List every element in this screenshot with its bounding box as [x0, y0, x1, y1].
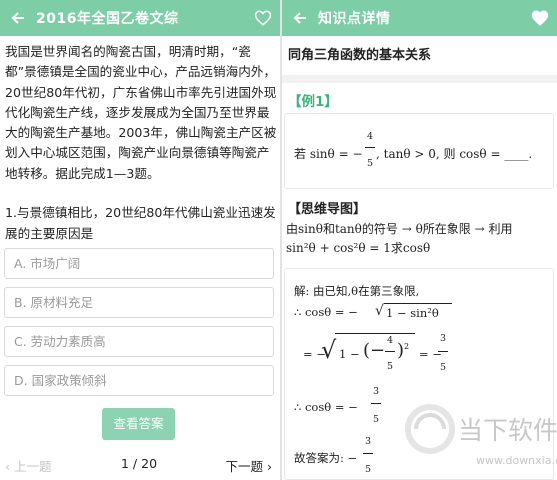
watermark-chinese: 当下软件园	[458, 416, 557, 445]
solution-line-2-radicand: 1 − sin²θ	[386, 306, 439, 320]
view-answer-button[interactable]: 查看答案	[102, 408, 175, 440]
solution-line-1: 解: 由已知,θ在第三象限,	[294, 284, 420, 298]
back-arrow-icon[interactable]	[282, 0, 318, 36]
next-label: 下一题	[225, 459, 264, 474]
favorite-heart-icon[interactable]	[531, 9, 549, 27]
example-fraction-numerator: 4	[366, 131, 374, 142]
right-screen: 知识点详情 同角三角函数的基本关系 【例1】 若 sinθ = − 4 5 , …	[282, 0, 557, 480]
question-stem: 1.与景德镇相比，20世纪80年代佛山瓷业迅速发展的主要原因是	[5, 205, 276, 241]
knowledge-point-heading: 同角三角函数的基本关系	[288, 48, 432, 63]
solution-line-4-denominator: 5	[372, 414, 380, 425]
sqrt-icon: √	[375, 303, 384, 319]
favorite-heart-icon[interactable]	[254, 9, 272, 27]
site-watermark-logo: 当下软件园 www.downxia.com	[405, 404, 557, 467]
solution-line-4-numerator: 3	[372, 386, 380, 397]
option-c[interactable]: C. 劳动力素质高	[4, 326, 274, 357]
fraction-bar	[363, 453, 373, 454]
example-card: 若 sinθ = − 4 5 , tanθ > 0, 则 cosθ = ____…	[284, 113, 554, 189]
next-question-button[interactable]: 下一题 ›	[226, 456, 273, 475]
solution-line-4-prefix: ∴ cosθ = −	[294, 400, 358, 414]
solution-line-2-prefix: ∴ cosθ = −	[294, 305, 358, 319]
chevron-left-icon: ‹	[5, 459, 14, 474]
fraction-bar	[385, 351, 395, 352]
solution-line-3-denominator: 5	[386, 361, 394, 372]
question-passage: 我国是世界闻名的陶瓷古国，明清时期，“瓷都”景德镇是全国的瓷业中心，产品远销海内…	[5, 44, 277, 181]
mind-map-label: 【思维导图】	[288, 202, 367, 217]
close-paren: )2	[397, 340, 410, 361]
solution-line-3-numerator: 4	[386, 335, 394, 346]
left-top-bar: 2016年全国乙卷文综	[0, 0, 280, 36]
example-label: 【例1】	[288, 94, 338, 110]
mind-map-line-1: 由sinθ和tanθ的符号 → θ所在象限 → 利用	[286, 222, 513, 236]
solution-line-5-numerator: 3	[364, 436, 372, 447]
solution-line-3-result-numerator: 3	[439, 333, 447, 344]
sqrt-bar	[384, 303, 452, 304]
fraction-bar	[371, 403, 381, 404]
right-top-bar: 知识点详情	[282, 0, 557, 36]
option-d[interactable]: D. 国家政策倾斜	[4, 365, 274, 396]
chevron-right-icon: ›	[263, 459, 272, 474]
mind-map-text: 由sinθ和tanθ的符号 → θ所在象限 → 利用 sin²θ + cos²θ…	[286, 220, 554, 258]
left-screen: 2016年全国乙卷文综 我国是世界闻名的陶瓷古国，明清时期，“瓷都”景德镇是全国…	[0, 0, 280, 480]
solution-line-3-radicand: 1 −	[339, 347, 360, 361]
solution-line-5-prefix: 故答案为: −	[294, 451, 358, 465]
section-separator	[282, 75, 557, 83]
solution-line-5-denominator: 5	[364, 464, 372, 475]
option-a[interactable]: A. 市场广阔	[4, 248, 274, 279]
sqrt-bar	[335, 333, 415, 334]
watermark-url: www.downxia.com	[476, 454, 557, 467]
open-paren: (−	[363, 340, 386, 361]
solution-line-3-equals: = −	[419, 347, 442, 361]
fraction-bar	[438, 351, 448, 352]
example-fraction-denominator: 5	[366, 158, 374, 169]
back-arrow-icon[interactable]	[0, 0, 36, 36]
solution-line-3-result-denominator: 5	[439, 362, 447, 373]
mind-map-line-2: sin²θ + cos²θ = 1求cosθ	[286, 241, 431, 255]
option-b[interactable]: B. 原材料充足	[4, 287, 274, 318]
left-page-title: 2016年全国乙卷文综	[36, 11, 179, 27]
question-navigation: ‹ 上一题 1 / 20 下一题 ›	[0, 452, 280, 480]
example-prefix: 若 sinθ = −	[294, 147, 363, 161]
previous-label: 上一题	[13, 459, 52, 474]
right-page-title: 知识点详情	[318, 11, 391, 27]
previous-question-button[interactable]: ‹ 上一题	[5, 456, 52, 475]
example-suffix: , tanθ > 0, 则 cosθ = ____.	[376, 147, 533, 161]
sqrt-icon: √	[321, 336, 337, 364]
page-indicator: 1 / 20	[121, 456, 158, 471]
fraction-bar	[365, 147, 375, 148]
